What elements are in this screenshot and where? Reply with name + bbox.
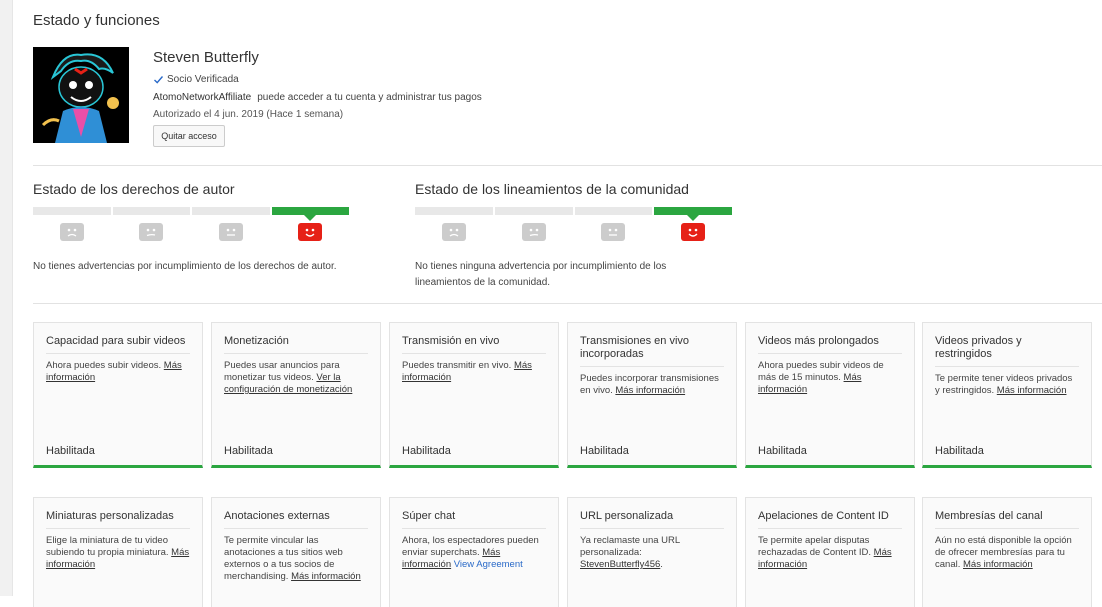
card-title: URL personalizada <box>580 510 724 529</box>
card-status: Habilitada <box>580 445 629 457</box>
card-description: Ya reclamaste una URL personalizada: Ste… <box>580 535 724 571</box>
strike-segment <box>494 207 573 215</box>
left-rail <box>0 0 13 596</box>
feature-card-private-videos: Videos privados y restringidos Te permit… <box>922 322 1092 468</box>
avatar-illustration-icon <box>33 47 129 143</box>
card-desc-text: Puedes transmitir en vivo. <box>402 360 512 371</box>
card-title: Capacidad para subir videos <box>46 335 190 354</box>
strike-segment-active <box>271 207 349 221</box>
card-description: Ahora puedes subir videos de más de 15 m… <box>758 360 902 396</box>
strike-segment-active <box>654 207 732 221</box>
feature-card-custom-url: URL personalizada Ya reclamaste una URL … <box>567 497 737 607</box>
feature-card-content-id-appeals: Apelaciones de Content ID Te permite ape… <box>745 497 915 607</box>
feature-card-live-streaming: Transmisión en vivo Puedes transmitir en… <box>389 322 559 468</box>
card-status: Habilitada <box>46 445 95 457</box>
feature-card-super-chat: Súper chat Ahora, los espectadores puede… <box>389 497 559 607</box>
card-description: Aún no está disponible la opción de ofre… <box>935 535 1079 571</box>
neutral-face-icon <box>218 223 243 241</box>
authorized-date: Autorizado el 4 jun. 2019 (Hace 1 semana… <box>153 109 344 120</box>
strike-segment <box>415 207 493 215</box>
happy-face-icon <box>298 223 323 241</box>
access-text: puede acceder a tu cuenta y administrar … <box>257 92 482 103</box>
channel-avatar <box>33 47 129 143</box>
community-status-title: Estado de los lineamientos de la comunid… <box>415 181 689 197</box>
community-desc-line1: No tienes ninguna advertencia por incump… <box>415 261 667 272</box>
custom-url-link[interactable]: StevenButterfly456 <box>580 559 660 570</box>
card-status: Habilitada <box>935 445 984 457</box>
strike-segment <box>112 207 190 215</box>
network-name: AtomoNetworkAffiliate <box>153 92 252 103</box>
card-title: Apelaciones de Content ID <box>758 510 902 529</box>
card-title: Súper chat <box>402 510 546 529</box>
card-description: Puedes usar anuncios para monetizar tus … <box>224 360 368 396</box>
feature-card-external-annotations: Anotaciones externas Te permite vincular… <box>211 497 381 607</box>
card-description: Elige la miniatura de tu video subiendo … <box>46 535 190 571</box>
card-desc-suffix: . <box>660 559 663 570</box>
divider <box>33 303 1102 304</box>
card-title: Videos privados y restringidos <box>935 335 1079 367</box>
more-info-link[interactable]: Más información <box>291 571 361 582</box>
copyright-faces <box>33 223 349 241</box>
feature-card-embedded-live: Transmisiones en vivo incorporadas Puede… <box>567 322 737 468</box>
feature-card-monetization: Monetización Puedes usar anuncios para m… <box>211 322 381 468</box>
card-title: Transmisión en vivo <box>402 335 546 354</box>
copyright-status: Estado de los derechos de autor No tiene… <box>33 181 349 275</box>
card-description: Te permite apelar disputas rechazadas de… <box>758 535 902 571</box>
verified-label: Socio Verificada <box>167 74 239 85</box>
card-title: Membresías del canal <box>935 510 1079 529</box>
more-info-link[interactable]: Más información <box>615 385 685 396</box>
meh-face-icon <box>139 223 164 241</box>
card-title: Videos más prolongados <box>758 335 902 354</box>
card-description: Ahora, los espectadores pueden enviar su… <box>402 535 546 571</box>
card-status: Habilitada <box>402 445 451 457</box>
feature-card-longer-videos: Videos más prolongados Ahora puedes subi… <box>745 322 915 468</box>
card-desc-text: Ya reclamaste una URL personalizada: <box>580 535 680 558</box>
community-strike-bar <box>415 207 732 221</box>
view-agreement-link[interactable]: View Agreement <box>454 559 523 570</box>
feature-card-custom-thumbnails: Miniaturas personalizadas Elige la minia… <box>33 497 203 607</box>
feature-card-channel-memberships: Membresías del canal Aún no está disponi… <box>922 497 1092 607</box>
copyright-status-title: Estado de los derechos de autor <box>33 181 235 197</box>
channel-name: Steven Butterfly <box>153 49 259 66</box>
card-desc-text: Te permite apelar disputas rechazadas de… <box>758 535 872 558</box>
remove-access-button[interactable]: Quitar acceso <box>153 125 225 147</box>
more-info-link[interactable]: Más información <box>963 559 1033 570</box>
card-status: Habilitada <box>758 445 807 457</box>
feature-card-upload: Capacidad para subir videos Ahora puedes… <box>33 322 203 468</box>
card-description: Puedes transmitir en vivo. Más informaci… <box>402 360 546 384</box>
sad-face-icon <box>441 223 466 241</box>
card-description: Ahora puedes subir videos. Más informaci… <box>46 360 190 384</box>
strike-segment <box>192 207 270 215</box>
sad-face-icon <box>59 223 84 241</box>
card-description: Puedes incorporar transmisiones en vivo.… <box>580 373 724 397</box>
card-title: Miniaturas personalizadas <box>46 510 190 529</box>
happy-face-icon <box>681 223 706 241</box>
copyright-strike-bar <box>33 207 349 221</box>
community-status-description: No tienes ninguna advertencia por incump… <box>415 259 732 291</box>
copyright-status-description: No tienes advertencias por incumplimient… <box>33 261 337 272</box>
card-description: Te permite vincular las anotaciones a tu… <box>224 535 368 583</box>
verified-status: Socio Verificada <box>153 74 239 85</box>
community-faces <box>415 223 732 241</box>
divider <box>33 165 1102 166</box>
card-desc-text: Elige la miniatura de tu video subiendo … <box>46 535 169 558</box>
card-title: Transmisiones en vivo incorporadas <box>580 335 724 367</box>
meh-face-icon <box>521 223 546 241</box>
strike-segment <box>574 207 653 215</box>
card-title: Monetización <box>224 335 368 354</box>
community-desc-line2: lineamientos de la comunidad. <box>415 277 551 288</box>
card-desc-text: Ahora puedes subir videos. <box>46 360 162 371</box>
strike-segment <box>33 207 111 215</box>
card-description: Te permite tener videos privados y restr… <box>935 373 1079 397</box>
card-title: Anotaciones externas <box>224 510 368 529</box>
page-title: Estado y funciones <box>33 12 160 29</box>
more-info-link[interactable]: Más información <box>997 385 1067 396</box>
card-status: Habilitada <box>224 445 273 457</box>
community-status: Estado de los lineamientos de la comunid… <box>415 181 732 291</box>
check-icon <box>153 74 164 85</box>
card-desc-text: Ahora, los espectadores pueden enviar su… <box>402 535 539 558</box>
network-access-row: AtomoNetworkAffiliate puede acceder a tu … <box>153 92 482 103</box>
card-desc-text: Ahora puedes subir videos de más de 15 m… <box>758 360 884 383</box>
neutral-face-icon <box>601 223 626 241</box>
